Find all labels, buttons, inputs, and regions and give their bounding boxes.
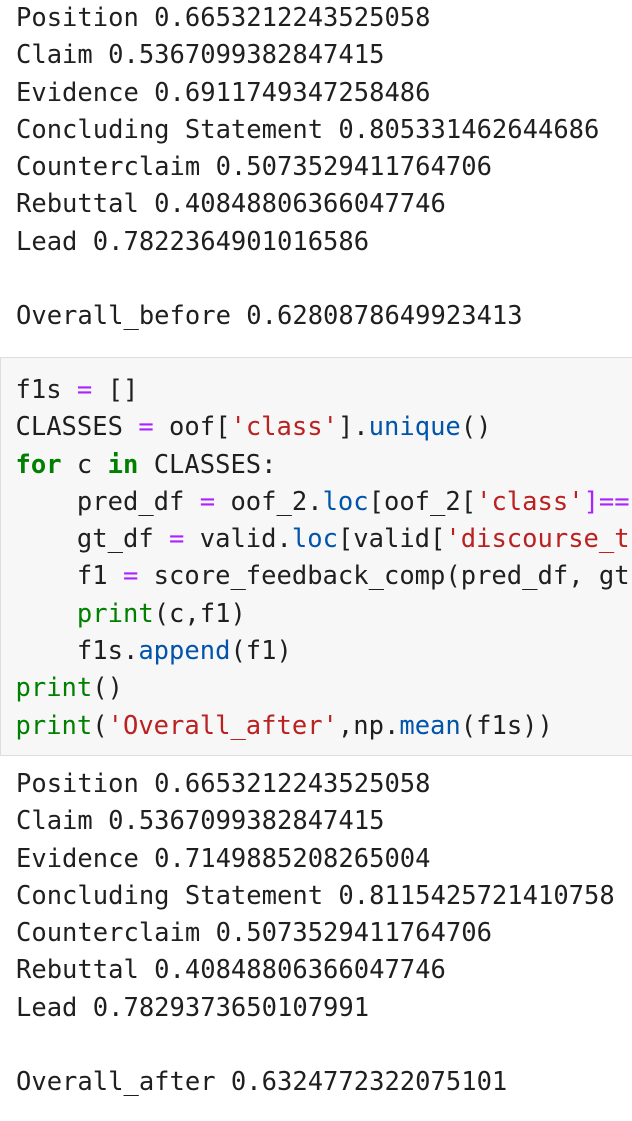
- code-token: pred_df: [15, 486, 200, 517]
- code-token: print: [15, 710, 93, 741]
- code-line-3: for c in CLASSES:: [1, 447, 632, 484]
- code-token: loc: [322, 486, 369, 517]
- output-line: Counterclaim 0.5073529411764706: [16, 918, 492, 949]
- output-line: Evidence 0.6911749347258486: [16, 77, 431, 108]
- output-line: Position 0.6653212243525058: [16, 769, 431, 799]
- output-line: Position 0.6653212243525058: [16, 3, 431, 33]
- output-line: Evidence 0.7149885208265004: [16, 843, 431, 874]
- code-token: CLASSES:: [138, 449, 277, 480]
- output-line: Lead 0.7822364901016586: [16, 226, 370, 257]
- code-token: [oof_2[: [368, 486, 477, 517]
- code-token: gt_df: [15, 524, 170, 555]
- output-line: Claim 0.5367099382847415: [16, 806, 385, 837]
- code-token: score_feedback_comp(pred_df, gt: [138, 561, 630, 592]
- output-line: Lead 0.7829373650107991: [16, 992, 370, 1023]
- code-line-4: pred_df = oof_2.loc[oof_2['class']==: [1, 484, 632, 521]
- code-token: 'class': [230, 412, 338, 443]
- output-line: Rebuttal 0.40848806366047746: [16, 955, 446, 986]
- code-token: (: [92, 710, 108, 741]
- code-token: (): [92, 673, 123, 704]
- code-token: (c,f1): [153, 598, 246, 629]
- code-token: loc: [291, 524, 338, 555]
- code-token: append: [138, 636, 231, 667]
- code-token: CLASSES: [15, 412, 123, 443]
- code-line-2: CLASSES = oof['class'].unique(): [1, 409, 632, 446]
- code-token: []: [107, 375, 139, 405]
- code-token: =: [138, 412, 154, 443]
- code-token: (f1): [230, 636, 292, 667]
- output-line: Concluding Statement 0.805331462644686: [16, 114, 600, 145]
- overall-after-line: Overall_after 0.6324772322075101: [16, 1067, 508, 1098]
- code-token: [valid[: [337, 524, 446, 555]
- code-token: in: [107, 449, 139, 480]
- code-token: mean: [399, 710, 461, 741]
- code-line-9: print(): [1, 670, 632, 707]
- code-token: unique: [368, 412, 461, 443]
- output-line: Concluding Statement 0.8115425721410758: [16, 880, 615, 911]
- output-after: Position 0.6653212243525058 Claim 0.5367…: [0, 766, 632, 1102]
- code-token: (f1s)): [460, 710, 553, 741]
- code-token: print: [76, 598, 154, 629]
- code-token: ].: [337, 412, 369, 443]
- code-line-6: f1 = score_feedback_comp(pred_df, gt: [1, 558, 632, 595]
- code-token: f1s.: [15, 636, 139, 667]
- code-token: oof[: [169, 412, 231, 443]
- code-token: 'Overall_after': [107, 710, 338, 741]
- code-token: =: [76, 375, 93, 405]
- output-before: Position 0.6653212243525058 Claim 0.5367…: [0, 0, 632, 336]
- code-token: valid.: [184, 524, 292, 555]
- code-token: 'discourse_t: [445, 524, 630, 555]
- code-line-10: print('Overall_after',np.mean(f1s)): [1, 708, 632, 745]
- overall-before-line: Overall_before 0.6280878649923413: [16, 301, 523, 332]
- code-token: for: [15, 449, 62, 480]
- code-line-1: f1s = []: [1, 372, 632, 409]
- code-token: ,np.: [337, 710, 400, 741]
- code-token: =: [169, 524, 185, 555]
- code-token: 'class': [476, 486, 584, 517]
- output-line: Rebuttal 0.40848806366047746: [16, 189, 446, 220]
- code-token: =: [122, 561, 139, 592]
- code-cell[interactable]: f1s = [] CLASSES = oof['class'].unique()…: [0, 357, 632, 756]
- code-line-5: gt_df = valid.loc[valid['discourse_t: [1, 521, 632, 558]
- code-token: print: [15, 673, 93, 704]
- code-line-7: print(c,f1): [1, 596, 632, 633]
- code-token: c: [61, 449, 108, 480]
- code-token: ]==: [583, 486, 630, 517]
- output-line: Claim 0.5367099382847415: [16, 40, 385, 71]
- code-token: (): [460, 412, 492, 443]
- code-token: f1s: [15, 375, 62, 405]
- output-line: Counterclaim 0.5073529411764706: [16, 152, 492, 183]
- code-token: oof_2.: [215, 486, 323, 517]
- code-token: f1: [15, 561, 123, 592]
- code-token: =: [199, 486, 216, 517]
- code-line-8: f1s.append(f1): [1, 633, 632, 670]
